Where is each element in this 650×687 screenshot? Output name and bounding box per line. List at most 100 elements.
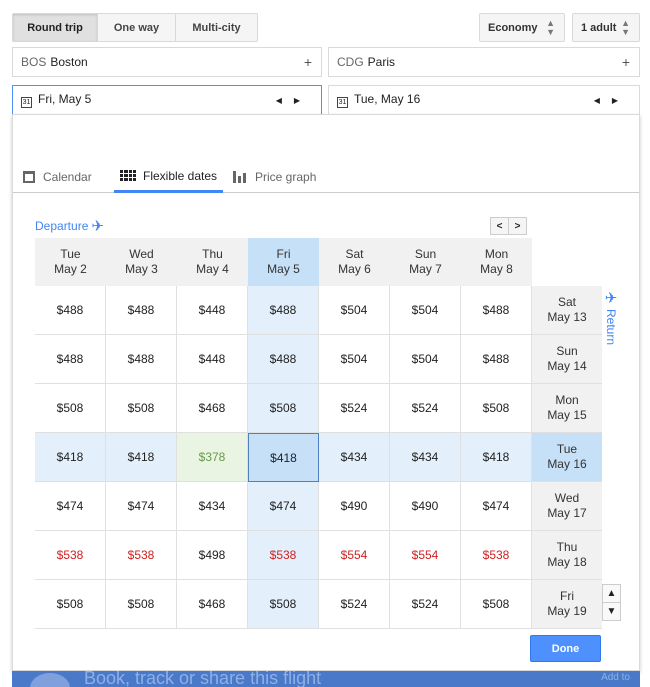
price-cell[interactable]: $468 [177, 580, 248, 629]
departure-axis-label: Departure ✈ [35, 217, 104, 235]
price-cell[interactable]: $418 [248, 433, 319, 482]
price-cell[interactable]: $524 [390, 384, 461, 433]
multi-city-tab[interactable]: Multi-city [175, 13, 258, 42]
column-date: May 5 [267, 262, 300, 276]
price-cell[interactable]: $474 [35, 482, 106, 531]
price-cell[interactable]: $490 [390, 482, 461, 531]
price-cell[interactable]: $474 [248, 482, 319, 531]
price-cell[interactable]: $468 [177, 384, 248, 433]
add-destination-icon[interactable]: + [622, 54, 630, 70]
price-cell[interactable]: $488 [106, 286, 177, 335]
price-cell[interactable]: $538 [106, 531, 177, 580]
price-cell[interactable]: $434 [319, 433, 390, 482]
departure-column-header[interactable]: Thu May 4 [177, 238, 248, 286]
scroll-up-button[interactable]: ▲ [602, 584, 621, 603]
price-cell[interactable]: $474 [461, 482, 532, 531]
price-cell[interactable]: $448 [177, 286, 248, 335]
origin-field[interactable]: BOS Boston + [12, 47, 322, 77]
departure-column-header[interactable]: Wed May 3 [106, 238, 177, 286]
tab-price-graph[interactable]: Price graph [233, 161, 316, 193]
price-cell[interactable]: $508 [106, 384, 177, 433]
destination-city: Paris [367, 55, 396, 69]
price-cell[interactable]: $538 [35, 531, 106, 580]
price-cell[interactable]: $418 [35, 433, 106, 482]
departure-column-header[interactable]: Tue May 2 [35, 238, 106, 286]
departure-column-header[interactable]: Fri May 5 [248, 238, 319, 286]
price-cell[interactable]: $508 [248, 580, 319, 629]
price-cell[interactable]: $504 [390, 286, 461, 335]
view-tabs: Calendar Flexible dates Price graph [13, 161, 639, 193]
price-cell[interactable]: $488 [35, 335, 106, 384]
price-cell[interactable]: $554 [319, 531, 390, 580]
price-cell[interactable]: $378 [177, 433, 248, 482]
return-row-header[interactable]: Sun May 14 [532, 335, 602, 384]
date-stepper-arrows-icon[interactable]: ◀▶ [276, 96, 312, 105]
price-cell[interactable]: $508 [461, 384, 532, 433]
price-cell[interactable]: $508 [461, 580, 532, 629]
price-cell[interactable]: $554 [390, 531, 461, 580]
price-cell[interactable]: $418 [461, 433, 532, 482]
row-day: Sat [557, 295, 576, 309]
departure-date-value: Fri, May 5 [38, 92, 92, 106]
calendar-icon [23, 171, 35, 183]
price-cell[interactable]: $488 [461, 335, 532, 384]
date-stepper-arrows-icon[interactable]: ◀▶ [594, 96, 630, 105]
column-date: May 2 [54, 262, 87, 276]
price-cell[interactable]: $504 [319, 286, 390, 335]
tab-flexible-dates[interactable]: Flexible dates [114, 161, 224, 193]
price-cell[interactable]: $488 [461, 286, 532, 335]
price-cell[interactable]: $488 [248, 335, 319, 384]
price-cell[interactable]: $434 [177, 482, 248, 531]
price-cell[interactable]: $448 [177, 335, 248, 384]
price-cell[interactable]: $538 [248, 531, 319, 580]
return-row-header[interactable]: Sat May 13 [532, 286, 602, 335]
price-cell[interactable]: $488 [35, 286, 106, 335]
add-origin-icon[interactable]: + [304, 54, 312, 70]
departure-label-text: Departure [35, 219, 89, 233]
price-cell[interactable]: $434 [390, 433, 461, 482]
price-cell[interactable]: $504 [319, 335, 390, 384]
destination-field[interactable]: CDG Paris + [328, 47, 640, 77]
return-date-field[interactable]: 31 Tue, May 16 ◀▶ [328, 85, 640, 115]
next-week-button[interactable]: > [508, 217, 527, 235]
price-cell[interactable]: $524 [319, 384, 390, 433]
passengers-select[interactable]: 1 adult ▲ ▼ [572, 13, 640, 42]
price-cell[interactable]: $474 [106, 482, 177, 531]
return-row-header[interactable]: Mon May 15 [532, 384, 602, 433]
price-cell[interactable]: $504 [390, 335, 461, 384]
price-cell[interactable]: $508 [35, 384, 106, 433]
row-date: May 14 [547, 359, 587, 373]
price-cell[interactable]: $488 [248, 286, 319, 335]
price-cell[interactable]: $418 [106, 433, 177, 482]
done-button[interactable]: Done [530, 635, 601, 662]
price-cell[interactable]: $508 [35, 580, 106, 629]
price-cell[interactable]: $508 [106, 580, 177, 629]
airplane-icon: ✈ [91, 218, 104, 235]
return-row-header[interactable]: Thu May 18 [532, 531, 602, 580]
departure-column-header[interactable]: Sat May 6 [319, 238, 390, 286]
round-trip-tab[interactable]: Round trip [12, 13, 98, 42]
price-cell[interactable]: $508 [248, 384, 319, 433]
departure-column-header[interactable]: Mon May 8 [461, 238, 532, 286]
price-cell[interactable]: $488 [106, 335, 177, 384]
price-cell[interactable]: $524 [319, 580, 390, 629]
cabin-class-select[interactable]: Economy ▲ ▼ [479, 13, 565, 42]
column-date: May 3 [125, 262, 158, 276]
price-cell[interactable]: $490 [319, 482, 390, 531]
return-label-text: Return [604, 309, 618, 346]
price-cell[interactable]: $538 [461, 531, 532, 580]
return-row-header[interactable]: Fri May 19 [532, 580, 602, 629]
one-way-tab[interactable]: One way [97, 13, 176, 42]
price-cell[interactable]: $524 [390, 580, 461, 629]
price-cell[interactable]: $498 [177, 531, 248, 580]
bottom-banner: Book, track or share this flight Add to [12, 671, 640, 687]
tab-calendar[interactable]: Calendar [23, 161, 92, 193]
scroll-down-button[interactable]: ▼ [602, 602, 621, 621]
column-date: May 7 [409, 262, 442, 276]
return-row-header[interactable]: Tue May 16 [532, 433, 602, 482]
departure-date-field[interactable]: 31 Fri, May 5 ◀▶ [12, 85, 322, 115]
return-row-header[interactable]: Wed May 17 [532, 482, 602, 531]
banner-right-text: Add to [601, 672, 630, 683]
previous-week-button[interactable]: < [490, 217, 509, 235]
departure-column-header[interactable]: Sun May 7 [390, 238, 461, 286]
